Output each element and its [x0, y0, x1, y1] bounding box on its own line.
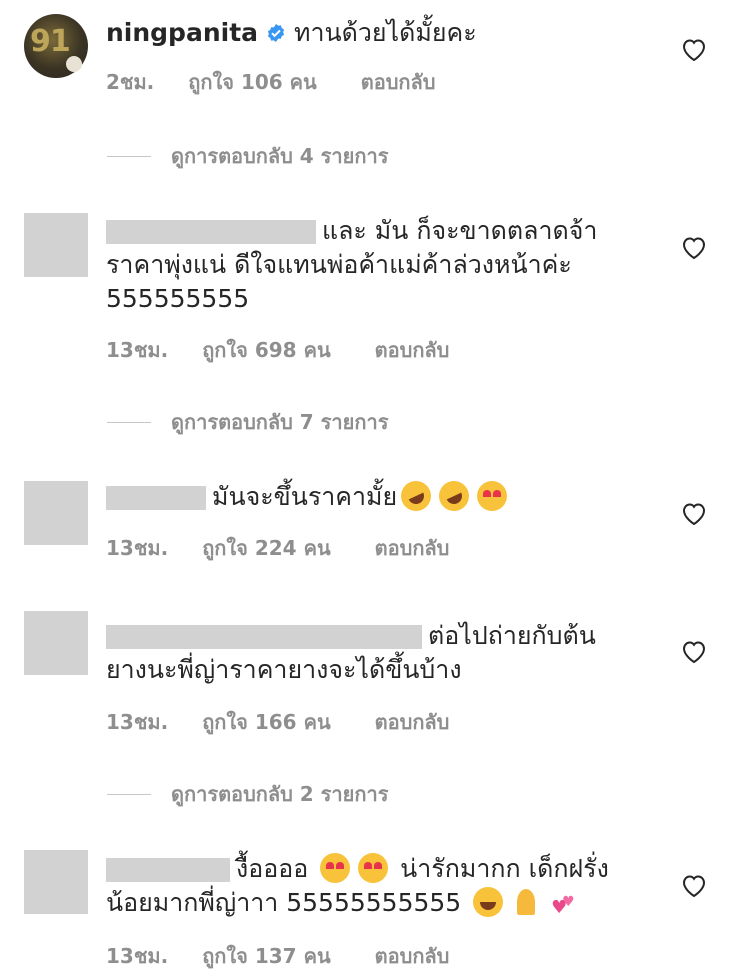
divider	[107, 793, 151, 795]
comment-body: ทานด้วยได้มั้ยคะ	[294, 18, 477, 47]
reply-button[interactable]: ตอบกลับ	[375, 940, 450, 972]
comment-meta: 2ชม. ถูกใจ 106 คน ตอบกลับ	[106, 66, 479, 98]
comment-body: 555555555	[106, 284, 250, 313]
timestamp: 13ชม.	[106, 710, 169, 734]
reply-button[interactable]: ตอบกลับ	[375, 334, 450, 366]
likes-count[interactable]: ถูกใจ 224 คน	[202, 532, 330, 564]
view-replies-button[interactable]: ดูการตอบกลับ 4 รายการ	[107, 140, 388, 172]
heart-icon[interactable]	[681, 502, 707, 526]
comment-text: และ มัน ก็จะขาดตลาดจ้า ราคาพุ่งแน่ ดีใจแ…	[106, 214, 666, 316]
comment-text: ningpanita ทานด้วยได้มั้ยคะ	[106, 16, 477, 50]
divider	[107, 155, 151, 157]
comment-body: ราคาพุ่งแน่ ดีใจแทนพ่อค้าแม่ค้าล่วงหน้าค…	[106, 250, 572, 279]
view-replies-button[interactable]: ดูการตอบกลับ 2 รายการ	[107, 778, 388, 810]
comment-meta: 13ชม. ถูกใจ 698 คน ตอบกลับ	[106, 334, 493, 366]
heart-eyes-emoji	[358, 853, 389, 883]
redacted-username	[106, 486, 206, 510]
avatar[interactable]	[24, 611, 88, 675]
likes-count[interactable]: ถูกใจ 137 คน	[202, 940, 330, 972]
view-replies-label[interactable]: ดูการตอบกลับ 4 รายการ	[171, 140, 388, 172]
comment-body: น่ารักมากก เด็กฝรั่ง	[400, 854, 609, 883]
comment-meta: 13ชม. ถูกใจ 166 คน ตอบกลับ	[106, 706, 493, 738]
redacted-username	[106, 220, 316, 244]
timestamp: 13ชม.	[106, 536, 169, 560]
view-replies-label[interactable]: ดูการตอบกลับ 7 รายการ	[171, 406, 388, 438]
redacted-username	[106, 858, 230, 882]
reply-button[interactable]: ตอบกลับ	[375, 706, 450, 738]
praying-hands-emoji	[511, 887, 541, 917]
comment-body: ยางนะพี่ญ่าราคายางจะได้ขึ้นบ้าง	[106, 655, 462, 684]
avatar[interactable]	[24, 213, 88, 277]
likes-count[interactable]: ถูกใจ 698 คน	[202, 334, 330, 366]
timestamp: 13ชม.	[106, 944, 169, 968]
heart-icon[interactable]	[681, 640, 707, 664]
comment-text: มันจะขึ้นราคามั้ย	[106, 476, 511, 516]
laughing-emoji	[473, 887, 504, 917]
comment-body: งื้ออออ	[236, 854, 309, 883]
timestamp: 2ชม.	[106, 70, 155, 94]
verified-badge-icon	[268, 24, 285, 42]
heart-icon[interactable]	[681, 874, 707, 898]
two-hearts-emoji	[549, 885, 579, 925]
avatar[interactable]: 91	[24, 14, 88, 78]
comment-text: ต่อไปถ่ายกับต้น ยางนะพี่ญ่าราคายางจะได้ข…	[106, 619, 666, 687]
heart-icon[interactable]	[681, 236, 707, 260]
rofl-emoji	[434, 476, 475, 516]
likes-count[interactable]: ถูกใจ 106 คน	[188, 66, 316, 98]
reply-button[interactable]: ตอบกลับ	[375, 532, 450, 564]
reply-button[interactable]: ตอบกลับ	[361, 66, 436, 98]
likes-count[interactable]: ถูกใจ 166 คน	[202, 706, 330, 738]
avatar[interactable]	[24, 850, 88, 914]
avatar[interactable]	[24, 481, 88, 545]
comment-meta: 13ชม. ถูกใจ 224 คน ตอบกลับ	[106, 532, 493, 564]
comment-body: มันจะขึ้นราคามั้ย	[212, 482, 398, 511]
comment-body: ต่อไปถ่ายกับต้น	[428, 621, 596, 650]
heart-eyes-emoji	[477, 481, 508, 511]
comment-body: น้อยมากพี่ญ่าาา 55555555555	[106, 888, 462, 917]
heart-icon[interactable]	[681, 38, 707, 62]
divider	[107, 421, 151, 423]
rofl-emoji	[396, 476, 437, 516]
username[interactable]: ningpanita	[106, 18, 258, 47]
view-replies-button[interactable]: ดูการตอบกลับ 7 รายการ	[107, 406, 388, 438]
redacted-username	[106, 625, 422, 649]
timestamp: 13ชม.	[106, 338, 169, 362]
comment-meta: 13ชม. ถูกใจ 137 คน ตอบกลับ	[106, 940, 493, 972]
heart-eyes-emoji	[320, 853, 351, 883]
comment-body: และ มัน ก็จะขาดตลาดจ้า	[322, 216, 598, 245]
comment-text: งื้ออออ น่ารักมากก เด็กฝรั่ง น้อยมากพี่ญ…	[106, 852, 666, 925]
view-replies-label[interactable]: ดูการตอบกลับ 2 รายการ	[171, 778, 388, 810]
